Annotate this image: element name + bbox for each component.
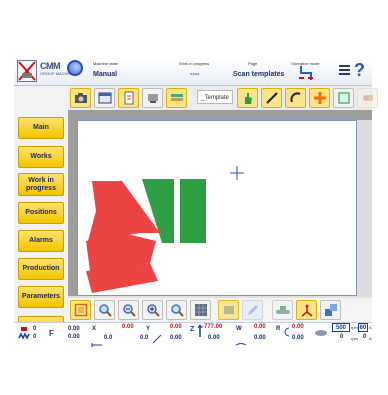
signal-icon (18, 326, 30, 345)
z-value: 0.00 (208, 335, 220, 341)
menu-icon[interactable] (339, 65, 350, 75)
axes-icon[interactable] (296, 300, 317, 320)
document-icon[interactable] (118, 88, 139, 108)
w-value: 0.00 (254, 335, 266, 341)
x-red-value: 0.00 (122, 324, 134, 330)
drawing-canvas[interactable] (77, 120, 357, 296)
sidebar-item-work-in-progress[interactable]: Work in progress (18, 173, 64, 196)
machine-icon[interactable] (142, 88, 163, 108)
y-arrow-icon (152, 331, 162, 349)
feed-value-1: 0.00 (68, 326, 80, 332)
zoom-in-icon[interactable] (94, 300, 115, 320)
machine-state-value: Manual (93, 71, 118, 78)
zoom-out-icon[interactable] (118, 300, 139, 320)
template-button[interactable]: _Template (197, 90, 233, 104)
resize-icon[interactable] (320, 300, 341, 320)
feed-value-2: 0.00 (68, 334, 80, 340)
x-axis-label: X (92, 326, 97, 332)
green-shape-2[interactable] (180, 179, 206, 243)
window-icon[interactable] (94, 88, 115, 108)
y-red-value: 0.00 (170, 324, 182, 330)
emergency-stop-icon[interactable] (17, 60, 37, 82)
status-zero-2: 0 (33, 334, 37, 340)
x-value: 0.0 (104, 335, 113, 341)
z-axis-label: Z (190, 326, 195, 333)
x-arrow-icon (91, 335, 103, 353)
speed-box[interactable]: 500 (332, 323, 350, 332)
help-icon[interactable]: ? (354, 60, 365, 80)
sidebar-item-main[interactable]: Main (18, 117, 64, 139)
operative-mode-icon[interactable] (298, 64, 314, 82)
sidebar-item-alarms[interactable]: Alarms (18, 230, 64, 252)
fit-view-icon[interactable] (70, 300, 91, 320)
percent-box[interactable]: 60 (358, 323, 368, 332)
status-zero-1: 0 (33, 326, 37, 332)
z-red-value: -777.00 (202, 324, 223, 330)
camera-icon[interactable] (70, 88, 91, 108)
sidebar-item-positions[interactable]: Positions (18, 202, 64, 224)
rpm-label: rpm (351, 336, 358, 341)
y-axis-label: Y (146, 326, 151, 332)
feed-label: F (49, 329, 54, 338)
pencil-icon[interactable] (242, 300, 263, 320)
logo-text: CMM (40, 61, 61, 71)
add-point-icon[interactable] (309, 88, 330, 108)
r-red-value: 0.00 (292, 324, 304, 330)
layers-icon[interactable] (166, 88, 187, 108)
w-axis-label: W (236, 326, 242, 332)
machine-state-label: Machine state (93, 61, 118, 66)
speed-unit: rpm (351, 325, 358, 330)
percent-zero: 0 (363, 334, 367, 340)
work-in-progress-value: ---- (190, 71, 200, 78)
gauge-icon (67, 60, 83, 76)
w-red-value: 0.00 (254, 324, 266, 330)
a-label: A (369, 336, 372, 341)
sidebar-item-production[interactable]: Production (18, 258, 64, 280)
percent-unit: A (369, 325, 372, 330)
arc-tool-icon[interactable] (285, 88, 306, 108)
speed-zero: 0 (340, 334, 344, 340)
page-value: Scan templates (233, 71, 285, 78)
zoom-add-icon[interactable] (142, 300, 163, 320)
grid-icon[interactable] (190, 300, 211, 320)
zoom-window-icon[interactable] (166, 300, 187, 320)
work-in-progress-label: Work in progress (179, 61, 210, 66)
conveyor-icon[interactable] (272, 300, 293, 320)
layer-icon[interactable] (218, 300, 239, 320)
template-shapes (86, 166, 244, 293)
w-arrow-icon (235, 335, 247, 353)
y-value: 0.0 (140, 335, 149, 341)
crosshair-cursor (230, 166, 244, 180)
r-axis-label: R (276, 326, 281, 332)
shapes-icon[interactable] (357, 88, 378, 108)
r-arrow-icon (283, 325, 291, 343)
sidebar-item-parameters[interactable]: Parameters (18, 286, 64, 308)
green-shape-1[interactable] (142, 179, 174, 243)
hand-tool-icon[interactable] (237, 88, 258, 108)
r-value: 0.00 (292, 335, 304, 341)
vertical-scrollbar[interactable] (357, 120, 372, 296)
frame-icon[interactable] (333, 88, 354, 108)
sidebar-item-works[interactable]: Works (18, 146, 64, 168)
page-label: Page (248, 61, 258, 66)
y-value-2: 0.00 (170, 335, 182, 341)
line-tool-icon[interactable] (261, 88, 282, 108)
spindle-icon (314, 324, 328, 342)
